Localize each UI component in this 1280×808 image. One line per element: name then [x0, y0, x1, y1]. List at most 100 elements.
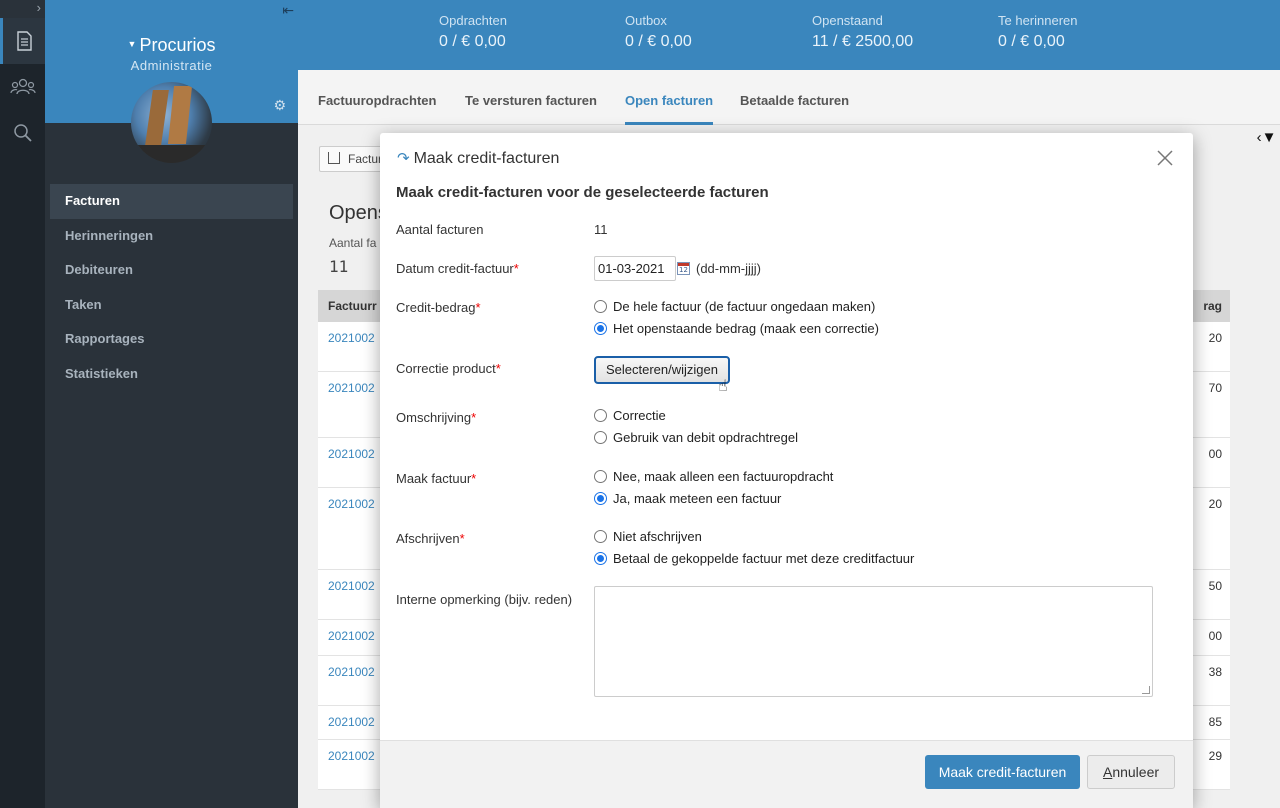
expand-rail-icon[interactable]: › [0, 0, 45, 18]
note-field-label: Interne opmerking (bijv. reden) [396, 592, 573, 607]
date-field-label: Datum credit-factuur* [396, 261, 519, 276]
radio-label: De hele factuur (de factuur ongedaan mak… [613, 299, 876, 314]
invoice-option-order-only[interactable]: Nee, maak alleen een factuuropdracht [594, 469, 833, 484]
invoice-link[interactable]: 2021002 [328, 749, 375, 763]
radio-label: Correctie [613, 408, 666, 423]
rail-item-users[interactable] [0, 64, 45, 110]
stat-te-herinneren[interactable]: Te herinneren 0 / € 0,00 [998, 13, 1078, 51]
dialog-footer: Maak credit-facturen Annuleer [380, 740, 1193, 808]
invoice-amount: 38 [1208, 665, 1222, 679]
invoice-link[interactable]: 2021002 [328, 447, 375, 461]
count-field-label: Aantal facturen [396, 222, 484, 237]
invoice-option-immediate[interactable]: Ja, maak meteen een factuur [594, 491, 781, 506]
stats-bar: Opdrachten 0 / € 0,00 Outbox 0 / € 0,00 … [298, 0, 1280, 70]
product-field-label: Correctie product* [396, 361, 501, 376]
stat-value: 0 / € 0,00 [998, 33, 1065, 50]
create-credit-invoices-button[interactable]: Maak credit-facturen [925, 755, 1080, 789]
stat-opdrachten[interactable]: Opdrachten 0 / € 0,00 [439, 13, 507, 51]
amount-option-open[interactable]: Het openstaande bedrag (maak een correct… [594, 321, 879, 336]
invoice-link[interactable]: 2021002 [328, 497, 375, 511]
sidebar-item-herinneringen[interactable]: Herinneringen [50, 219, 293, 254]
dialog-subtitle: Maak credit-facturen voor de geselecteer… [396, 184, 769, 201]
description-option-correctie[interactable]: Correctie [594, 408, 666, 423]
sidebar-header: ⇤ ▼ Procurios Administratie ⚙ [45, 0, 298, 163]
radio-button[interactable] [594, 552, 607, 565]
sidebar-item-facturen[interactable]: Facturen [50, 184, 293, 219]
invoice-link[interactable]: 2021002 [328, 665, 375, 679]
tab-te-versturen[interactable]: Te versturen facturen [465, 93, 597, 122]
radio-button[interactable] [594, 530, 607, 543]
sidebar-item-statistieken[interactable]: Statistieken [50, 357, 293, 392]
resize-handle-icon[interactable] [1142, 686, 1150, 694]
icon-rail: › [0, 0, 45, 808]
calendar-day: 12 [679, 266, 688, 274]
caret-down-icon: ▼ [127, 39, 137, 49]
count-field-value: 11 [594, 222, 608, 237]
sidebar-nav: Facturen Herinneringen Debiteuren Taken … [45, 184, 298, 391]
dialog-title: ↶ Maak credit-facturen [397, 149, 559, 168]
tab-betaalde-facturen[interactable]: Betaalde facturen [740, 93, 849, 122]
download-icon [328, 152, 340, 164]
tab-factuuropdrachten[interactable]: Factuuropdrachten [318, 93, 436, 122]
gear-icon[interactable]: ⚙ [273, 97, 286, 114]
radio-button[interactable] [594, 470, 607, 483]
radio-label: Ja, maak meteen een factuur [613, 491, 782, 506]
required-mark: * [471, 410, 477, 425]
stat-outbox[interactable]: Outbox 0 / € 0,00 [625, 13, 692, 51]
invoice-link[interactable]: 2021002 [328, 629, 375, 643]
amount-label-text: Credit-bedrag [396, 300, 476, 315]
amount-option-full[interactable]: De hele factuur (de factuur ongedaan mak… [594, 299, 875, 314]
description-field-label: Omschrijving* [396, 410, 476, 425]
company-switcher[interactable]: ▼ Procurios [45, 35, 298, 56]
radio-button[interactable] [594, 409, 607, 422]
column-header-amount[interactable]: rag [1203, 299, 1222, 313]
date-label-text: Datum credit-factuur [396, 261, 514, 276]
radio-button[interactable] [594, 322, 607, 335]
cancel-mnemonic: A [1102, 764, 1113, 780]
invoice-link[interactable]: 2021002 [328, 715, 375, 729]
radio-button[interactable] [594, 431, 607, 444]
export-button-label: Factur [348, 152, 383, 166]
stat-openstaand[interactable]: Openstaand 11 / € 2500,00 [812, 13, 913, 51]
radio-button[interactable] [594, 492, 607, 505]
company-name: Procurios [139, 35, 216, 55]
credit-invoice-dialog: ↶ Maak credit-facturen Maak credit-factur… [380, 133, 1193, 808]
undo-icon: ↶ [397, 150, 410, 167]
description-option-debit-line[interactable]: Gebruik van debit opdrachtregel [594, 430, 798, 445]
writeoff-option-pay-linked[interactable]: Betaal de gekoppelde factuur met deze cr… [594, 551, 914, 566]
invoice-link[interactable]: 2021002 [328, 331, 375, 345]
hand-cursor-icon: ☝ [718, 378, 728, 395]
credit-date-input[interactable] [594, 256, 676, 281]
radio-label: Het openstaande bedrag (maak een correct… [613, 321, 879, 336]
writeoff-label-text: Afschrijven [396, 531, 460, 546]
stat-label: Te herinneren [998, 13, 1078, 28]
calendar-icon[interactable]: 12 [677, 262, 690, 275]
select-product-button[interactable]: Selecteren/wijzigen [594, 356, 730, 384]
description-label-text: Omschrijving [396, 410, 472, 425]
invoice-amount: 50 [1208, 579, 1222, 593]
count-value: 11 [329, 257, 349, 276]
tab-open-facturen[interactable]: Open facturen [625, 93, 714, 125]
amount-field-label: Credit-bedrag* [396, 300, 481, 315]
close-icon[interactable] [1155, 148, 1175, 168]
internal-note-textarea[interactable] [594, 586, 1153, 697]
invoice-link[interactable]: 2021002 [328, 579, 375, 593]
rail-item-search[interactable] [0, 110, 45, 156]
collapse-sidebar-icon[interactable]: ⇤ [282, 2, 294, 19]
stat-value: 0 / € 0,00 [439, 33, 506, 50]
filter-icon[interactable]: ‹▼ [1253, 129, 1280, 149]
rail-item-invoices[interactable] [0, 18, 45, 64]
radio-label: Gebruik van debit opdrachtregel [613, 430, 799, 445]
invoice-link[interactable]: 2021002 [328, 381, 375, 395]
radio-label: Niet afschrijven [613, 529, 702, 544]
required-mark: * [513, 261, 519, 276]
writeoff-option-none[interactable]: Niet afschrijven [594, 529, 702, 544]
cancel-button[interactable]: Annuleer [1087, 755, 1175, 789]
sidebar-item-debiteuren[interactable]: Debiteuren [50, 253, 293, 288]
sidebar-item-taken[interactable]: Taken [50, 288, 293, 323]
sidebar-item-rapportages[interactable]: Rapportages [50, 322, 293, 357]
dialog-header: ↶ Maak credit-facturen [380, 133, 1193, 183]
invoice-label-text: Maak factuur [396, 471, 472, 486]
column-header-invoice[interactable]: Factuurr [328, 299, 377, 313]
radio-button[interactable] [594, 300, 607, 313]
